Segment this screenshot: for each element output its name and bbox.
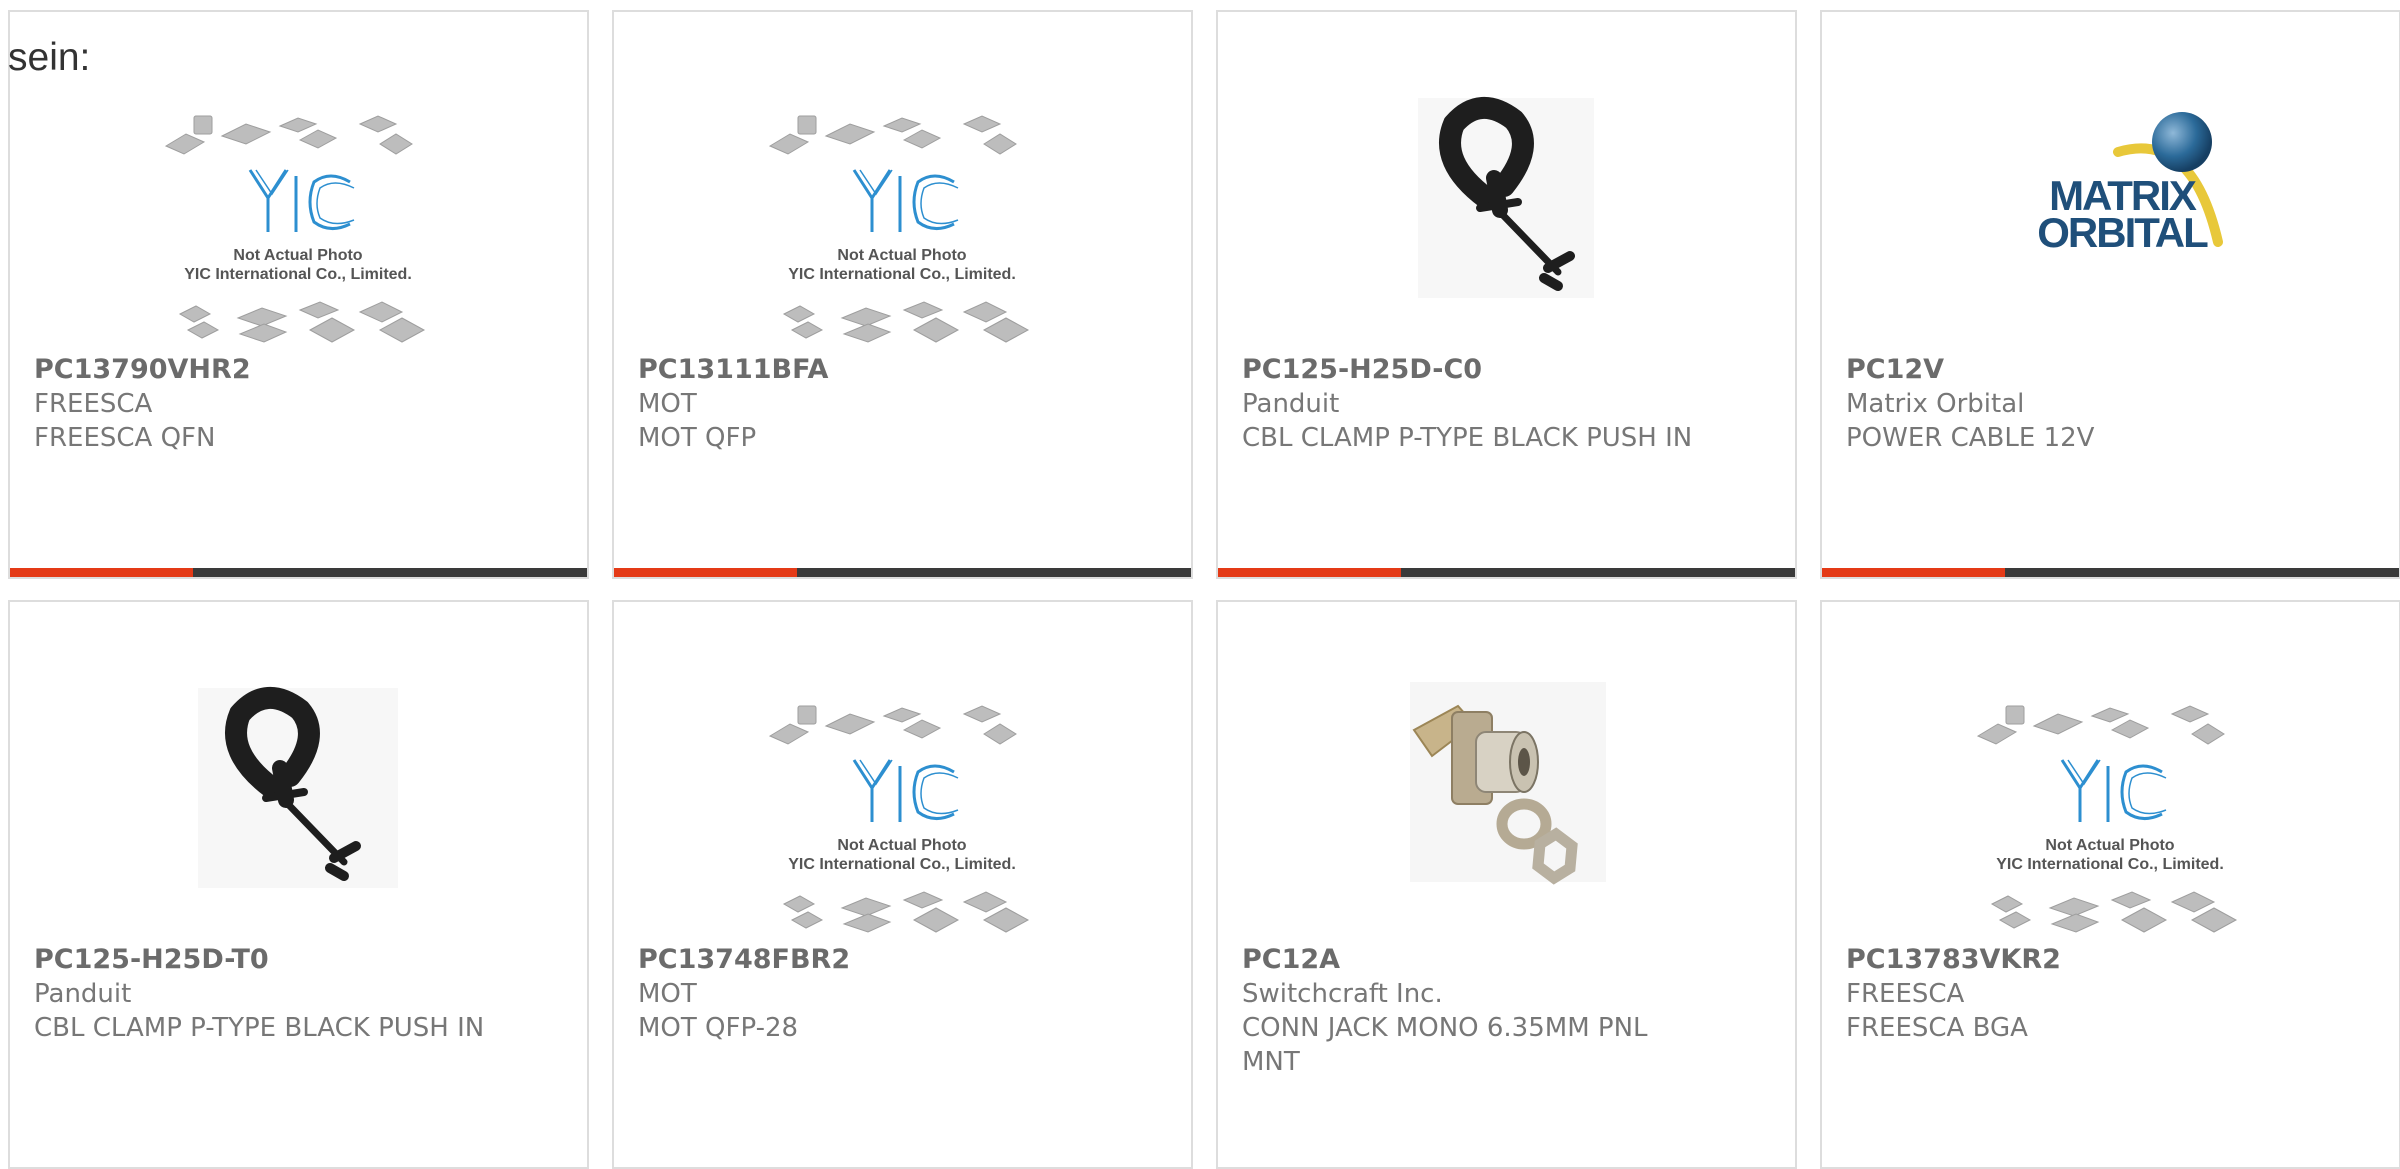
manufacturer: Switchcraft Inc.	[1242, 979, 1443, 1009]
product-image[interactable]: Not Actual Photo YIC International Co., …	[614, 672, 1191, 952]
manufacturer: MOT	[638, 389, 697, 419]
card-bar	[614, 568, 1191, 577]
product-image[interactable]: Not Actual Photo YIC International Co., …	[10, 82, 587, 362]
manufacturer: FREESCA	[1846, 979, 1965, 1009]
description: MOT QFP	[638, 423, 757, 453]
part-number[interactable]: PC12A	[1242, 943, 1771, 977]
manufacturer: MOT	[638, 979, 697, 1009]
product-card[interactable]: Not Actual Photo YIC International Co., …	[612, 600, 1193, 1169]
yic-logo-icon	[852, 759, 959, 822]
product-card[interactable]: PC125-H25D-T0 Panduit CBL CLAMP P-TYPE B…	[8, 600, 589, 1169]
product-image[interactable]	[1218, 82, 1795, 362]
chip-icon	[1990, 891, 2238, 933]
description: CBL CLAMP P-TYPE BLACK PUSH IN	[34, 1013, 485, 1043]
yic-logo-icon	[852, 169, 959, 232]
description: FREESCA BGA	[1846, 1013, 2028, 1043]
matrix-orbital-logo: MATRIX ORBITAL	[2037, 112, 2223, 256]
product-image[interactable]	[1218, 672, 1795, 952]
placeholder-line-2: YIC International Co., Limited.	[788, 856, 1016, 873]
placeholder-line-2: YIC International Co., Limited.	[1996, 856, 2224, 873]
part-number[interactable]: PC12V	[1846, 353, 2375, 387]
card-bar-accent	[614, 568, 797, 577]
product-card[interactable]: PC125-H25D-C0 Panduit CBL CLAMP P-TYPE B…	[1216, 10, 1797, 579]
yic-logo-icon	[248, 169, 355, 232]
product-image[interactable]	[10, 672, 587, 952]
manufacturer: FREESCA	[34, 389, 153, 419]
part-number[interactable]: PC13111BFA	[638, 353, 1167, 387]
description: POWER CABLE 12V	[1846, 423, 2095, 453]
description: FREESCA QFN	[34, 423, 216, 453]
part-number[interactable]: PC13748FBR2	[638, 943, 1167, 977]
product-image[interactable]: Not Actual Photo YIC International Co., …	[1822, 672, 2399, 952]
logo-line-2: ORBITAL	[2037, 209, 2208, 256]
chip-icon	[782, 301, 1030, 343]
chip-icon	[1976, 705, 2225, 745]
chip-icon	[164, 115, 413, 155]
card-bar-accent	[1822, 568, 2005, 577]
description: MOT QFP-28	[638, 1013, 799, 1043]
part-number[interactable]: PC13783VKR2	[1846, 943, 2375, 977]
description: CONN JACK MONO 6.35MM PNL MNT	[1242, 1013, 1648, 1077]
manufacturer: Panduit	[1242, 389, 1340, 419]
card-bar	[1218, 568, 1795, 577]
yic-logo-icon	[2060, 759, 2167, 822]
product-card[interactable]: MATRIX ORBITAL PC12V Matrix Orbital POWE…	[1820, 10, 2400, 579]
placeholder-line-2: YIC International Co., Limited.	[184, 266, 412, 283]
description: CBL CLAMP P-TYPE BLACK PUSH IN	[1242, 423, 1693, 453]
card-bar-accent	[10, 568, 193, 577]
card-bar	[10, 568, 587, 577]
card-bar	[1822, 568, 2399, 577]
product-card[interactable]: PC12A Switchcraft Inc. CONN JACK MONO 6.…	[1216, 600, 1797, 1169]
part-number[interactable]: PC13790VHR2	[34, 353, 563, 387]
manufacturer: Panduit	[34, 979, 132, 1009]
chip-icon	[768, 705, 1017, 745]
chip-icon	[782, 891, 1030, 933]
manufacturer: Matrix Orbital	[1846, 389, 2025, 419]
product-card[interactable]: Not Actual Photo YIC International Co., …	[1820, 600, 2400, 1169]
chip-icon	[768, 115, 1017, 155]
card-bar-accent	[1218, 568, 1401, 577]
placeholder-line-1: Not Actual Photo	[233, 247, 362, 264]
product-card[interactable]: Not Actual Photo YIC International Co., …	[8, 10, 589, 579]
placeholder-line-2: YIC International Co., Limited.	[788, 266, 1016, 283]
product-image[interactable]: Not Actual Photo YIC International Co., …	[614, 82, 1191, 362]
placeholder-line-1: Not Actual Photo	[2045, 837, 2174, 854]
placeholder-line-1: Not Actual Photo	[837, 247, 966, 264]
page-heading: sein:	[8, 36, 91, 79]
product-image[interactable]: MATRIX ORBITAL	[1822, 82, 2399, 362]
product-card[interactable]: Not Actual Photo YIC International Co., …	[612, 10, 1193, 579]
placeholder-line-1: Not Actual Photo	[837, 837, 966, 854]
part-number[interactable]: PC125-H25D-T0	[34, 943, 563, 977]
part-number[interactable]: PC125-H25D-C0	[1242, 353, 1771, 387]
chip-icon	[178, 301, 426, 343]
